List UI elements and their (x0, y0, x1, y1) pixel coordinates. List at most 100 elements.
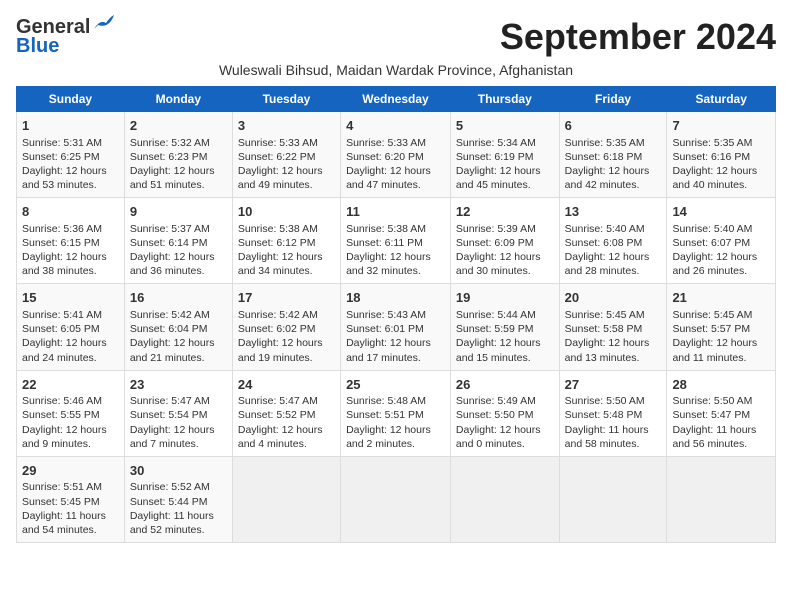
day-number: 19 (456, 289, 554, 307)
sunrise-text: Sunrise: 5:42 AM (238, 309, 318, 321)
sunset-text: Sunset: 5:44 PM (130, 496, 208, 508)
sunset-text: Sunset: 5:47 PM (672, 409, 750, 421)
daylight-text: Daylight: 12 hours and 26 minutes. (672, 251, 757, 277)
calendar-cell: 20Sunrise: 5:45 AMSunset: 5:58 PMDayligh… (559, 284, 667, 370)
daylight-text: Daylight: 12 hours and 2 minutes. (346, 424, 431, 450)
day-number: 26 (456, 376, 554, 394)
sunset-text: Sunset: 6:23 PM (130, 151, 208, 163)
calendar-cell: 12Sunrise: 5:39 AMSunset: 6:09 PMDayligh… (450, 198, 559, 284)
day-number: 3 (238, 117, 335, 135)
sunset-text: Sunset: 6:19 PM (456, 151, 534, 163)
daylight-text: Daylight: 12 hours and 0 minutes. (456, 424, 541, 450)
day-number: 7 (672, 117, 770, 135)
col-saturday: Saturday (667, 87, 776, 112)
sunrise-text: Sunrise: 5:38 AM (346, 223, 426, 235)
sunset-text: Sunset: 6:25 PM (22, 151, 100, 163)
daylight-text: Daylight: 12 hours and 47 minutes. (346, 165, 431, 191)
table-row: 22Sunrise: 5:46 AMSunset: 5:55 PMDayligh… (17, 370, 776, 456)
calendar-cell: 24Sunrise: 5:47 AMSunset: 5:52 PMDayligh… (232, 370, 340, 456)
day-number: 29 (22, 462, 119, 480)
calendar-cell: 18Sunrise: 5:43 AMSunset: 6:01 PMDayligh… (341, 284, 451, 370)
sunrise-text: Sunrise: 5:34 AM (456, 137, 536, 149)
daylight-text: Daylight: 12 hours and 24 minutes. (22, 337, 107, 363)
sunset-text: Sunset: 6:04 PM (130, 323, 208, 335)
sunrise-text: Sunrise: 5:47 AM (238, 395, 318, 407)
sunset-text: Sunset: 5:58 PM (565, 323, 643, 335)
daylight-text: Daylight: 12 hours and 30 minutes. (456, 251, 541, 277)
day-number: 13 (565, 203, 662, 221)
header-row: Sunday Monday Tuesday Wednesday Thursday… (17, 87, 776, 112)
calendar-cell (341, 456, 451, 542)
calendar-cell: 10Sunrise: 5:38 AMSunset: 6:12 PMDayligh… (232, 198, 340, 284)
col-thursday: Thursday (450, 87, 559, 112)
sunset-text: Sunset: 6:18 PM (565, 151, 643, 163)
daylight-text: Daylight: 12 hours and 53 minutes. (22, 165, 107, 191)
calendar-cell (232, 456, 340, 542)
day-number: 21 (672, 289, 770, 307)
sunset-text: Sunset: 6:14 PM (130, 237, 208, 249)
sunrise-text: Sunrise: 5:50 AM (565, 395, 645, 407)
day-number: 2 (130, 117, 227, 135)
day-number: 1 (22, 117, 119, 135)
sunrise-text: Sunrise: 5:35 AM (565, 137, 645, 149)
col-tuesday: Tuesday (232, 87, 340, 112)
table-row: 15Sunrise: 5:41 AMSunset: 6:05 PMDayligh… (17, 284, 776, 370)
sunrise-text: Sunrise: 5:52 AM (130, 481, 210, 493)
calendar-cell: 13Sunrise: 5:40 AMSunset: 6:08 PMDayligh… (559, 198, 667, 284)
daylight-text: Daylight: 12 hours and 4 minutes. (238, 424, 323, 450)
calendar-cell: 6Sunrise: 5:35 AMSunset: 6:18 PMDaylight… (559, 112, 667, 198)
daylight-text: Daylight: 12 hours and 17 minutes. (346, 337, 431, 363)
sunrise-text: Sunrise: 5:45 AM (565, 309, 645, 321)
day-number: 8 (22, 203, 119, 221)
calendar-cell: 26Sunrise: 5:49 AMSunset: 5:50 PMDayligh… (450, 370, 559, 456)
sunrise-text: Sunrise: 5:31 AM (22, 137, 102, 149)
sunset-text: Sunset: 6:15 PM (22, 237, 100, 249)
daylight-text: Daylight: 12 hours and 21 minutes. (130, 337, 215, 363)
sunrise-text: Sunrise: 5:32 AM (130, 137, 210, 149)
sunset-text: Sunset: 6:12 PM (238, 237, 316, 249)
calendar-cell: 3Sunrise: 5:33 AMSunset: 6:22 PMDaylight… (232, 112, 340, 198)
daylight-text: Daylight: 12 hours and 45 minutes. (456, 165, 541, 191)
calendar-cell: 11Sunrise: 5:38 AMSunset: 6:11 PMDayligh… (341, 198, 451, 284)
sunset-text: Sunset: 6:09 PM (456, 237, 534, 249)
daylight-text: Daylight: 12 hours and 36 minutes. (130, 251, 215, 277)
day-number: 12 (456, 203, 554, 221)
sunrise-text: Sunrise: 5:47 AM (130, 395, 210, 407)
calendar-cell: 4Sunrise: 5:33 AMSunset: 6:20 PMDaylight… (341, 112, 451, 198)
daylight-text: Daylight: 12 hours and 49 minutes. (238, 165, 323, 191)
sunrise-text: Sunrise: 5:33 AM (346, 137, 426, 149)
daylight-text: Daylight: 12 hours and 32 minutes. (346, 251, 431, 277)
day-number: 4 (346, 117, 445, 135)
day-number: 27 (565, 376, 662, 394)
sunrise-text: Sunrise: 5:44 AM (456, 309, 536, 321)
day-number: 16 (130, 289, 227, 307)
day-number: 18 (346, 289, 445, 307)
month-title: September 2024 (500, 16, 776, 58)
sunset-text: Sunset: 6:16 PM (672, 151, 750, 163)
day-number: 14 (672, 203, 770, 221)
calendar-cell: 16Sunrise: 5:42 AMSunset: 6:04 PMDayligh… (124, 284, 232, 370)
calendar-cell: 27Sunrise: 5:50 AMSunset: 5:48 PMDayligh… (559, 370, 667, 456)
daylight-text: Daylight: 12 hours and 34 minutes. (238, 251, 323, 277)
calendar-cell: 30Sunrise: 5:52 AMSunset: 5:44 PMDayligh… (124, 456, 232, 542)
sunrise-text: Sunrise: 5:36 AM (22, 223, 102, 235)
calendar-cell: 21Sunrise: 5:45 AMSunset: 5:57 PMDayligh… (667, 284, 776, 370)
daylight-text: Daylight: 12 hours and 38 minutes. (22, 251, 107, 277)
calendar-cell: 17Sunrise: 5:42 AMSunset: 6:02 PMDayligh… (232, 284, 340, 370)
daylight-text: Daylight: 12 hours and 28 minutes. (565, 251, 650, 277)
sunset-text: Sunset: 6:02 PM (238, 323, 316, 335)
sunrise-text: Sunrise: 5:51 AM (22, 481, 102, 493)
calendar-cell: 22Sunrise: 5:46 AMSunset: 5:55 PMDayligh… (17, 370, 125, 456)
sunset-text: Sunset: 5:48 PM (565, 409, 643, 421)
sunrise-text: Sunrise: 5:33 AM (238, 137, 318, 149)
day-number: 11 (346, 203, 445, 221)
day-number: 5 (456, 117, 554, 135)
daylight-text: Daylight: 11 hours and 52 minutes. (130, 510, 214, 536)
sunset-text: Sunset: 6:01 PM (346, 323, 424, 335)
sunset-text: Sunset: 6:08 PM (565, 237, 643, 249)
calendar-cell: 25Sunrise: 5:48 AMSunset: 5:51 PMDayligh… (341, 370, 451, 456)
table-row: 29Sunrise: 5:51 AMSunset: 5:45 PMDayligh… (17, 456, 776, 542)
subtitle: Wuleswali Bihsud, Maidan Wardak Province… (16, 62, 776, 78)
sunset-text: Sunset: 6:05 PM (22, 323, 100, 335)
calendar-cell: 9Sunrise: 5:37 AMSunset: 6:14 PMDaylight… (124, 198, 232, 284)
